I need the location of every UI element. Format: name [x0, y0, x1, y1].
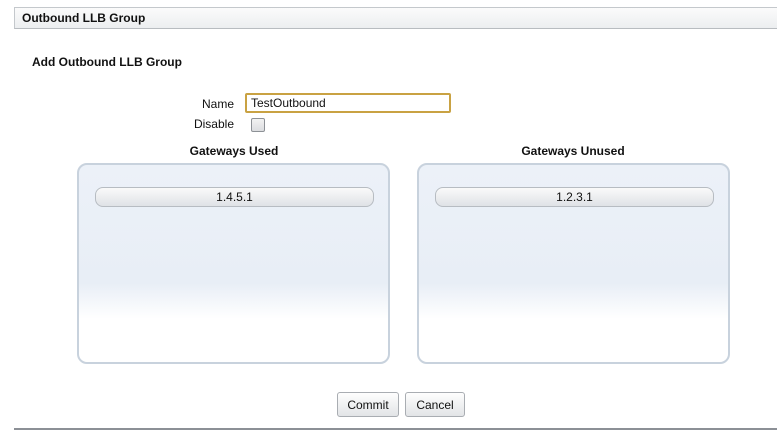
disable-checkbox[interactable]	[251, 118, 265, 132]
commit-button[interactable]: Commit	[337, 392, 399, 417]
gateway-unused-item[interactable]: 1.2.3.1	[435, 187, 714, 207]
cancel-button[interactable]: Cancel	[405, 392, 465, 417]
disable-label: Disable	[193, 117, 234, 131]
gateway-used-item[interactable]: 1.4.5.1	[95, 187, 374, 207]
form-heading: Add Outbound LLB Group	[32, 55, 182, 69]
gateways-used-heading: Gateways Used	[189, 144, 279, 158]
gateways-unused-list[interactable]: 1.2.3.1	[417, 163, 730, 364]
title-bar: Outbound LLB Group	[14, 7, 777, 29]
name-input[interactable]	[245, 93, 451, 113]
gateways-unused-heading: Gateways Unused	[521, 144, 625, 158]
dialog-frame: Outbound LLB Group Add Outbound LLB Grou…	[0, 0, 777, 432]
bottom-divider	[14, 428, 777, 430]
page-title: Outbound LLB Group	[22, 11, 146, 25]
gateways-used-list[interactable]: 1.4.5.1	[77, 163, 390, 364]
name-label: Name	[201, 97, 234, 111]
